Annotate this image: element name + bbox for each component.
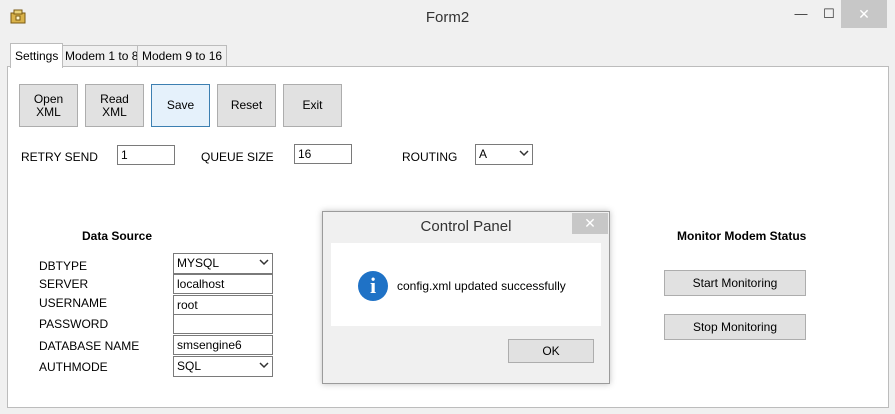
routing-select[interactable]: A xyxy=(475,144,533,165)
tab-settings[interactable]: Settings xyxy=(10,43,64,68)
dbtype-select[interactable]: MYSQL xyxy=(173,253,273,274)
queue-size-label: QUEUE SIZE xyxy=(201,150,274,164)
tab-modem-9-to-16[interactable]: Modem 9 to 16 xyxy=(137,45,228,66)
database-name-input[interactable]: smsengine6 xyxy=(173,335,273,355)
database-name-label: DATABASE NAME xyxy=(39,339,140,353)
authmode-label: AUTHMODE xyxy=(39,360,108,374)
authmode-select[interactable]: SQL xyxy=(173,356,273,377)
tab-modem-1-to-8[interactable]: Modem 1 to 8 xyxy=(60,45,144,66)
routing-value: A xyxy=(479,147,488,161)
chevron-down-icon xyxy=(259,259,269,266)
data-source-heading: Data Source xyxy=(82,229,153,243)
window-title: Form2 xyxy=(425,9,470,26)
retry-send-input[interactable]: 1 xyxy=(117,145,175,165)
dialog-close-button[interactable]: ✕ xyxy=(572,213,608,234)
password-input[interactable] xyxy=(173,314,273,334)
stop-monitoring-button[interactable]: Stop Monitoring xyxy=(664,314,806,340)
dialog-title: Control Panel xyxy=(420,218,512,235)
start-monitoring-button[interactable]: Start Monitoring xyxy=(664,270,806,296)
monitor-heading: Monitor Modem Status xyxy=(677,229,807,243)
read-xml-button[interactable]: Read XML xyxy=(85,84,144,127)
username-input[interactable]: root xyxy=(173,295,273,315)
reset-button[interactable]: Reset xyxy=(217,84,276,127)
server-label: SERVER xyxy=(39,277,89,291)
authmode-value: SQL xyxy=(177,359,202,373)
server-input[interactable]: localhost xyxy=(173,274,273,294)
routing-label: ROUTING xyxy=(402,150,458,164)
dbtype-value: MYSQL xyxy=(177,256,220,270)
info-icon: i xyxy=(358,271,388,301)
save-button[interactable]: Save xyxy=(151,84,210,127)
password-label: PASSWORD xyxy=(39,317,109,331)
username-label: USERNAME xyxy=(39,296,108,310)
dialog-message: config.xml updated successfully xyxy=(397,279,566,293)
ok-button[interactable]: OK xyxy=(508,339,594,363)
dialog-body: i config.xml updated successfully xyxy=(331,243,601,326)
title-bar: Form2 — ☐ ✕ xyxy=(0,0,895,34)
open-xml-button[interactable]: Open XML xyxy=(19,84,78,127)
exit-button[interactable]: Exit xyxy=(283,84,342,127)
retry-send-label: RETRY SEND xyxy=(21,150,98,164)
queue-size-input[interactable]: 16 xyxy=(294,144,352,164)
chevron-down-icon xyxy=(519,150,529,157)
dbtype-label: DBTYPE xyxy=(39,259,88,273)
close-button[interactable]: ✕ xyxy=(841,0,887,28)
control-panel-dialog: Control Panel ✕ i config.xml updated suc… xyxy=(322,211,610,384)
chevron-down-icon xyxy=(259,362,269,369)
